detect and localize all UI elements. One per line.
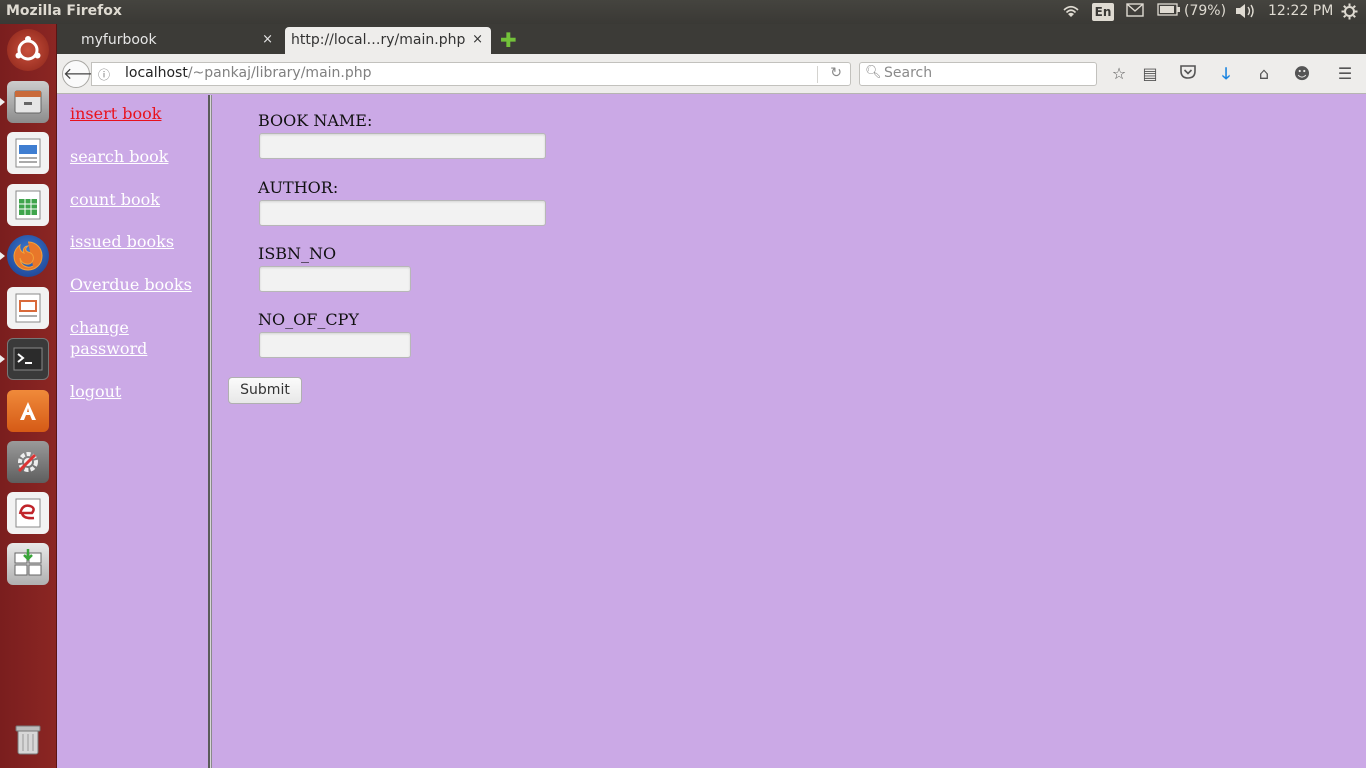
copies-input[interactable] <box>259 332 411 358</box>
clock[interactable]: 12:22 PM <box>1268 3 1333 19</box>
page-content: insert book search book count book issue… <box>57 95 1366 768</box>
tab-label: http://local…ry/main.php <box>291 32 466 48</box>
new-tab-icon[interactable]: ✚ <box>500 28 517 52</box>
menu-link-issued-books[interactable]: issued books <box>70 231 200 252</box>
menu-link-insert-book[interactable]: insert book <box>70 103 200 124</box>
close-tab-icon[interactable]: × <box>472 32 483 47</box>
ubuntu-dash-icon[interactable] <box>7 29 49 71</box>
keyboard-layout-indicator[interactable]: En <box>1092 3 1114 21</box>
copies-label: NO_OF_CPY <box>258 310 359 329</box>
book-name-label: BOOK NAME: <box>258 111 373 130</box>
tab-strip: myfurbook × http://local…ry/main.php × ✚ <box>57 24 1366 54</box>
url-bar[interactable]: ⓘ localhost/~pankaj/library/main.php ↻ <box>91 62 851 86</box>
author-input[interactable] <box>259 200 546 226</box>
url-path: /~pankaj/library/main.php <box>187 65 372 81</box>
menu-link-change-password[interactable]: change password <box>70 317 200 359</box>
reading-list-icon[interactable]: ▤ <box>1139 63 1161 85</box>
unity-launcher <box>0 24 57 768</box>
bookmark-star-icon[interactable]: ☆ <box>1108 63 1130 85</box>
menu-link-search-book[interactable]: search book <box>70 146 200 167</box>
battery-icon[interactable] <box>1157 3 1181 20</box>
chat-icon[interactable]: ☻ <box>1291 63 1313 85</box>
libreoffice-impress-icon[interactable] <box>7 287 49 329</box>
isbn-input[interactable] <box>259 266 411 292</box>
menu-link-logout[interactable]: logout <box>70 381 200 402</box>
reload-icon[interactable]: ↻ <box>830 65 842 81</box>
libreoffice-calc-icon[interactable] <box>7 184 49 226</box>
site-info-icon[interactable]: ⓘ <box>98 66 110 83</box>
search-icon: 🔍︎ <box>865 65 882 80</box>
url-separator <box>817 66 818 83</box>
hamburger-menu-icon[interactable]: ☰ <box>1334 63 1356 85</box>
window-title: Mozilla Firefox <box>6 3 122 19</box>
battery-percent: (79%) <box>1184 3 1227 19</box>
volume-icon[interactable] <box>1234 3 1256 23</box>
close-tab-icon[interactable]: × <box>262 32 273 47</box>
tab-myfurbook[interactable]: myfurbook × <box>57 27 281 54</box>
running-indicator <box>0 252 5 260</box>
system-gear-icon[interactable] <box>1341 3 1358 24</box>
navigation-toolbar: 🡐 ⓘ localhost/~pankaj/library/main.php ↻… <box>57 54 1366 94</box>
trash-icon[interactable] <box>7 718 49 760</box>
home-icon[interactable]: ⌂ <box>1253 63 1275 85</box>
running-indicator <box>0 355 5 363</box>
software-center-icon[interactable] <box>7 390 49 432</box>
libreoffice-writer-icon[interactable] <box>7 132 49 174</box>
author-label: AUTHOR: <box>258 178 339 197</box>
system-top-panel: Mozilla Firefox En (79%) 12:22 PM <box>0 0 1366 24</box>
document-viewer-icon[interactable] <box>7 492 49 534</box>
search-input[interactable]: 🔍︎ Search <box>859 62 1097 86</box>
submit-button[interactable]: Submit <box>228 377 302 404</box>
search-placeholder: Search <box>884 65 933 81</box>
running-indicator <box>0 98 5 106</box>
url-host: localhost <box>125 65 188 81</box>
wifi-icon[interactable] <box>1061 3 1081 23</box>
menu-link-count-book[interactable]: count book <box>70 189 200 210</box>
mail-icon[interactable] <box>1126 3 1144 21</box>
system-settings-icon[interactable] <box>7 441 49 483</box>
menu-link-overdue-books[interactable]: Overdue books <box>70 274 200 295</box>
url-text[interactable]: localhost/~pankaj/library/main.php <box>125 65 372 81</box>
downloads-arrow-icon[interactable]: 🡓 <box>1215 63 1237 85</box>
files-icon[interactable] <box>7 81 49 123</box>
terminal-icon[interactable] <box>7 338 49 380</box>
workspace-switcher-icon[interactable] <box>7 543 49 585</box>
firefox-icon[interactable] <box>7 235 49 277</box>
isbn-label: ISBN_NO <box>258 244 337 263</box>
frame-divider[interactable] <box>208 95 212 768</box>
pocket-icon[interactable] <box>1177 63 1199 85</box>
back-arrow-icon[interactable]: 🡐 <box>62 60 106 88</box>
library-menu: insert book search book count book issue… <box>57 95 209 768</box>
book-name-input[interactable] <box>259 133 546 159</box>
tab-main-php[interactable]: http://local…ry/main.php × <box>285 27 491 54</box>
tab-label: myfurbook <box>81 32 157 48</box>
